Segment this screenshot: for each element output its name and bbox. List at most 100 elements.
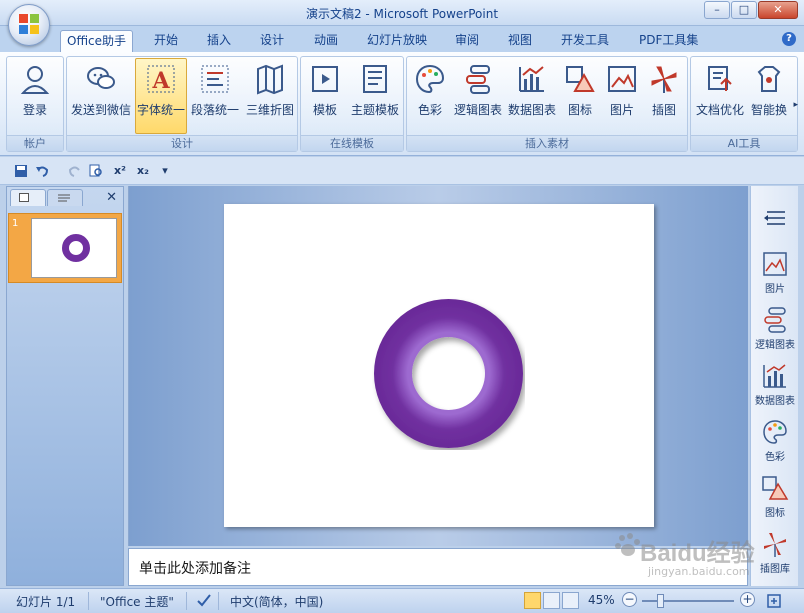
tab-animation[interactable]: 动画 — [308, 30, 344, 52]
redo-icon[interactable] — [68, 164, 82, 178]
tab-home[interactable]: 开始 — [148, 30, 184, 52]
tab-slides-view[interactable] — [10, 189, 46, 206]
color-button[interactable]: 色彩 — [409, 59, 451, 133]
logic-chart-icon — [764, 307, 786, 333]
smart-swap-button[interactable]: 智能换 — [747, 59, 791, 133]
slide-counter: 幻灯片 1/1 — [16, 595, 76, 609]
slide-view-icon — [19, 193, 29, 202]
window-title: 演示文稿2 - Microsoft PowerPoint — [305, 7, 499, 21]
thumbnail-donut-shape — [62, 234, 90, 262]
doc-optimize-button[interactable]: 文档优化 — [693, 59, 747, 133]
group-insert-material: 色彩 逻辑图表 数据图表 图标 图片 插图 插入素材 — [406, 56, 688, 152]
data-chart-button[interactable]: 数据图表 — [505, 59, 559, 133]
minimize-button[interactable]: – — [704, 1, 730, 19]
palette-icon — [763, 420, 787, 444]
windmill-icon — [764, 533, 786, 557]
spell-check-icon[interactable] — [196, 593, 212, 607]
tab-view[interactable]: 视图 — [502, 30, 538, 52]
slide-canvas[interactable] — [224, 204, 654, 527]
title-bar: 演示文稿2 - Microsoft PowerPoint – □ ✕ — [0, 0, 804, 26]
sidebar-item-logic-chart[interactable]: 逻辑图表 — [751, 306, 799, 351]
zoom-level[interactable]: 45% — [588, 593, 615, 607]
print-preview-icon[interactable] — [89, 164, 103, 178]
send-to-wechat-button[interactable]: 发送到微信 — [69, 59, 133, 133]
sidebar-collapse-button[interactable] — [751, 204, 799, 234]
group-label-ai-tools: AI工具 — [691, 135, 797, 151]
subscript-button[interactable]: x₂ — [133, 164, 153, 178]
sidebar-item-illustration-library[interactable]: 插图库 — [751, 530, 799, 575]
window-controls: – □ ✕ — [704, 1, 798, 19]
normal-view-button[interactable] — [524, 592, 541, 609]
superscript-button[interactable]: x² — [110, 164, 130, 178]
tab-outline-view[interactable] — [47, 189, 83, 206]
template-button[interactable]: 模板 — [303, 59, 347, 133]
zoom-slider-handle[interactable] — [657, 594, 664, 608]
group-label-account: 帐户 — [7, 135, 63, 151]
help-icon[interactable]: ? — [782, 32, 796, 46]
zoom-out-button[interactable]: − — [622, 592, 637, 607]
illustration-button[interactable]: 插图 — [643, 59, 685, 133]
group-label-insert-material: 插入素材 — [407, 135, 687, 151]
slide-thumbnail-image — [31, 218, 117, 278]
collapse-icon — [764, 211, 785, 225]
logic-chart-icon — [466, 65, 490, 94]
maximize-button[interactable]: □ — [731, 1, 757, 19]
fit-window-icon[interactable] — [766, 593, 782, 609]
ribbon-scroll-right-icon[interactable]: ▸ — [793, 100, 798, 110]
close-button[interactable]: ✕ — [758, 1, 798, 19]
sidebar-item-picture[interactable]: 图片 — [751, 250, 799, 295]
save-icon[interactable] — [14, 164, 28, 178]
login-button[interactable]: 登录 — [9, 59, 61, 133]
shapes-icon — [566, 66, 595, 92]
picture-button[interactable]: 图片 — [601, 59, 643, 133]
tab-office-helper[interactable]: Office助手 — [60, 30, 134, 52]
right-sidebar: 图片 逻辑图表 数据图表 色彩 图标 插图库 — [750, 186, 798, 586]
data-chart-icon — [763, 364, 786, 388]
zoom-slider-track[interactable] — [642, 600, 734, 602]
undo-icon[interactable] — [35, 164, 49, 178]
template-icon — [312, 66, 338, 92]
sidebar-item-icon[interactable]: 图标 — [751, 474, 799, 519]
theme-template-icon — [363, 65, 387, 93]
theme-template-button[interactable]: 主题模板 — [347, 59, 403, 133]
picture-icon — [608, 66, 636, 92]
outline-view-icon — [58, 194, 70, 202]
tab-review[interactable]: 审阅 — [449, 30, 485, 52]
slideshow-view-button[interactable] — [562, 592, 579, 609]
tab-slideshow[interactable]: 幻灯片放映 — [361, 30, 433, 52]
paragraph-unify-button[interactable]: 段落统一 — [189, 59, 241, 133]
tab-developer[interactable]: 开发工具 — [555, 30, 615, 52]
icon-button[interactable]: 图标 — [559, 59, 601, 133]
fold-map-button[interactable]: 三维折图 — [243, 59, 297, 133]
tab-pdf-tools[interactable]: PDF工具集 — [633, 30, 704, 52]
office-button[interactable] — [8, 4, 50, 46]
notes-pane[interactable]: 单击此处添加备注 — [128, 548, 748, 586]
font-unify-button[interactable]: A 字体统一 — [135, 58, 187, 134]
slide-thumbnail-1[interactable]: 1 — [8, 213, 122, 283]
picture-icon — [763, 252, 787, 276]
tab-insert[interactable]: 插入 — [201, 30, 237, 52]
group-label-design: 设计 — [67, 135, 297, 151]
font-a-icon: A — [147, 65, 175, 94]
donut-shape[interactable] — [372, 297, 525, 450]
zoom-in-button[interactable]: + — [740, 592, 755, 607]
doc-optimize-icon — [708, 66, 732, 91]
office-logo-icon — [19, 14, 39, 34]
sidebar-item-data-chart[interactable]: 数据图表 — [751, 362, 799, 407]
shapes-icon — [762, 476, 789, 500]
fold-map-icon — [257, 64, 283, 95]
close-pane-icon[interactable]: ✕ — [106, 190, 117, 205]
ribbon: 登录 帐户 发送到微信 A 字体统一 段落统一 三维折图 设计 模板 主题模板 … — [0, 52, 804, 156]
slide-sorter-view-button[interactable] — [543, 592, 560, 609]
windmill-icon — [651, 66, 677, 93]
logic-chart-button[interactable]: 逻辑图表 — [451, 59, 505, 133]
notes-placeholder: 单击此处添加备注 — [139, 561, 251, 577]
wechat-icon — [87, 67, 115, 89]
slide-number: 1 — [12, 218, 19, 229]
data-chart-icon — [519, 66, 544, 92]
language-indicator: 中文(简体，中国) — [230, 595, 324, 609]
theme-name: "Office 主题" — [100, 595, 174, 609]
sidebar-item-color[interactable]: 色彩 — [751, 418, 799, 463]
tab-design[interactable]: 设计 — [254, 30, 290, 52]
customize-qat-icon[interactable]: ▾ — [158, 164, 172, 178]
